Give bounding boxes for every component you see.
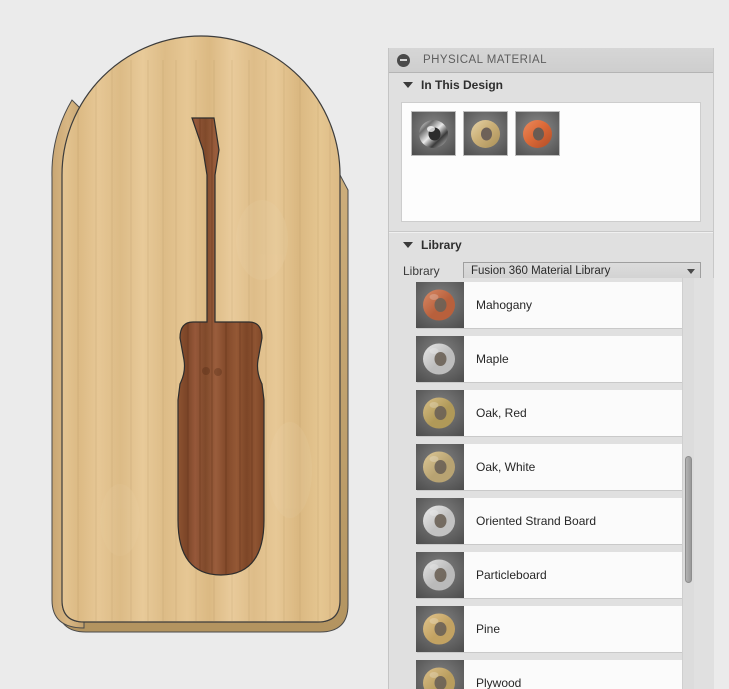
3d-model-viewport[interactable]: [0, 0, 388, 689]
material-list-item[interactable]: Oriented Strand Board: [416, 498, 686, 544]
section-label-in-this-design: In This Design: [421, 78, 504, 92]
material-thumbnail: [416, 336, 464, 382]
section-library: Library Library Fusion 360 Material Libr…: [389, 233, 713, 283]
material-thumbnail: [416, 552, 464, 598]
section-header-library[interactable]: Library: [389, 233, 713, 257]
section-in-this-design: In This Design: [389, 73, 713, 222]
material-name: Particleboard: [476, 568, 547, 582]
minus-circle-icon[interactable]: [397, 53, 410, 67]
material-list-item[interactable]: Oak, Red: [416, 390, 686, 436]
panel-header: PHYSICAL MATERIAL: [389, 48, 713, 73]
section-label-library: Library: [421, 238, 462, 252]
chevron-down-icon: [687, 268, 695, 274]
material-list-item[interactable]: Oak, White: [416, 444, 686, 490]
material-name: Oriented Strand Board: [476, 514, 597, 528]
triangle-down-icon: [403, 242, 413, 248]
material-list-item[interactable]: Particleboard: [416, 552, 686, 598]
board-model: [51, 35, 349, 633]
list-scrollbar-track[interactable]: [682, 278, 694, 689]
material-list-item[interactable]: Mahogany: [416, 282, 686, 328]
list-scrollbar-thumb[interactable]: [685, 456, 692, 583]
material-name: Plywood: [476, 676, 522, 689]
swatch-maple[interactable]: [463, 111, 508, 156]
material-name: Pine: [476, 622, 501, 636]
material-thumbnail: [416, 498, 464, 544]
material-name: Maple: [476, 352, 509, 366]
swatch-mahogany[interactable]: [515, 111, 560, 156]
section-header-in-this-design[interactable]: In This Design: [389, 73, 713, 97]
panel-title: PHYSICAL MATERIAL: [423, 54, 547, 66]
material-library-list[interactable]: Mahogany Maple Oak, Red Oak, White Oriented …: [402, 278, 714, 689]
material-list-item[interactable]: Plywood: [416, 660, 686, 689]
triangle-down-icon: [403, 82, 413, 88]
material-list-item[interactable]: Maple: [416, 336, 686, 382]
material-thumbnail: [416, 606, 464, 652]
swatch-steel[interactable]: [411, 111, 456, 156]
material-list-item[interactable]: Pine: [416, 606, 686, 652]
material-thumbnail: [416, 282, 464, 328]
material-name: Mahogany: [476, 298, 533, 312]
material-thumbnail: [416, 444, 464, 490]
library-dropdown-value: Fusion 360 Material Library: [471, 265, 611, 277]
material-name: Oak, Red: [476, 406, 527, 420]
material-thumbnail: [416, 390, 464, 436]
material-thumbnail: [416, 660, 464, 689]
list-rows-container: Mahogany Maple Oak, Red Oak, White Oriented …: [402, 278, 694, 689]
material-name: Oak, White: [476, 460, 536, 474]
library-dropdown-label: Library: [403, 264, 440, 278]
in-design-swatch-box: [401, 102, 701, 222]
